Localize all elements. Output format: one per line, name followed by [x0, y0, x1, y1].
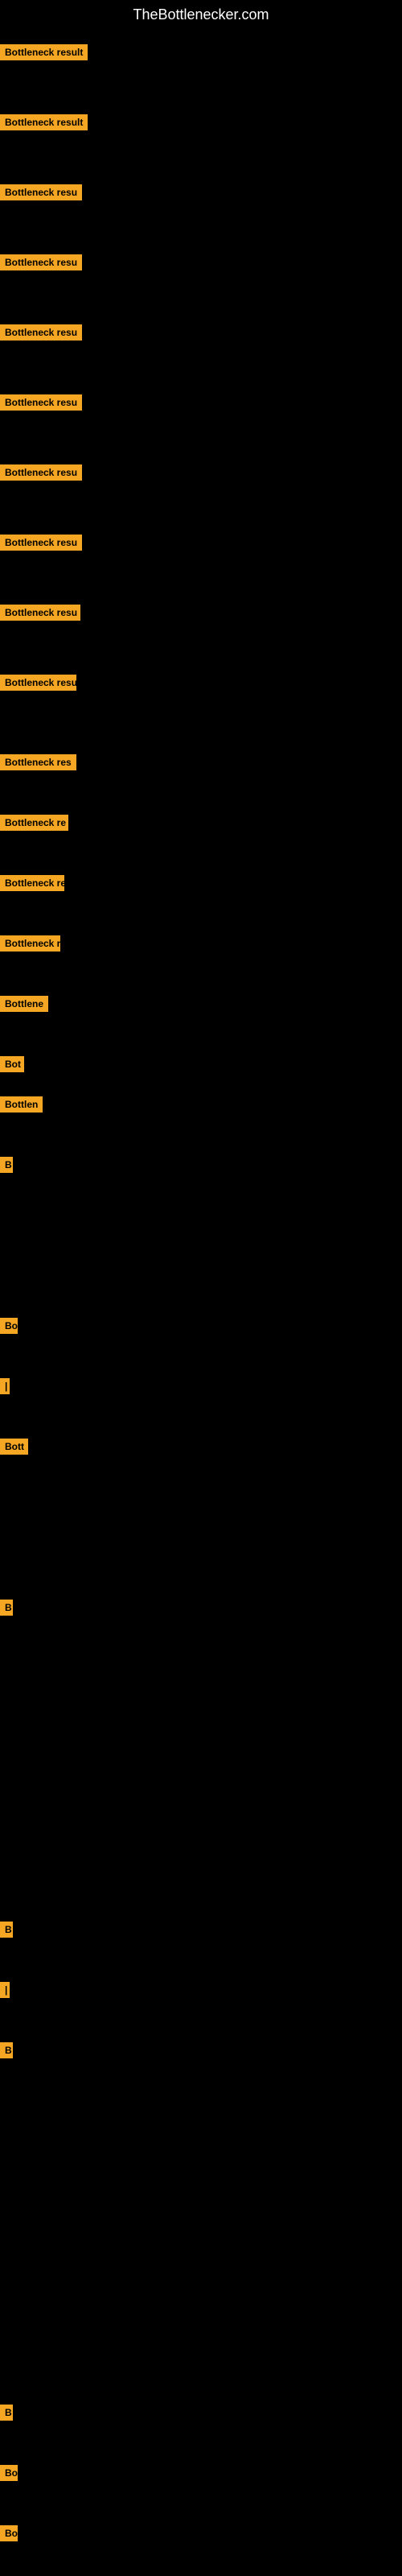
bottleneck-badge-9[interactable]: Bottleneck resu	[0, 605, 80, 625]
badge-text-1: Bottleneck result	[0, 44, 88, 60]
badge-text-7: Bottleneck resu	[0, 464, 82, 481]
bottleneck-badge-25[interactable]: B	[0, 2042, 13, 2062]
badge-text-10: Bottleneck resu	[0, 675, 76, 691]
badge-text-14: Bottleneck re	[0, 935, 60, 952]
badge-text-18: B	[0, 1157, 13, 1173]
bottleneck-badge-21[interactable]: Bott	[0, 1439, 28, 1459]
bottleneck-badge-22[interactable]: B	[0, 1600, 13, 1620]
bottleneck-badge-24[interactable]: |	[0, 1982, 6, 2002]
bottleneck-badge-20[interactable]: |	[0, 1378, 6, 1398]
bottleneck-badge-6[interactable]: Bottleneck resu	[0, 394, 82, 415]
bottleneck-badge-7[interactable]: Bottleneck resu	[0, 464, 82, 485]
bottleneck-badge-2[interactable]: Bottleneck result	[0, 114, 88, 134]
badge-text-4: Bottleneck resu	[0, 254, 82, 270]
bottleneck-badge-26[interactable]: B	[0, 2405, 13, 2425]
badge-text-15: Bottlene	[0, 996, 48, 1012]
bottleneck-badge-16[interactable]: Bot	[0, 1056, 24, 1076]
badge-text-27: Bo	[0, 2465, 18, 2481]
bottleneck-badge-23[interactable]: B	[0, 1922, 13, 1942]
bottleneck-badge-12[interactable]: Bottleneck re	[0, 815, 68, 835]
bottleneck-badge-18[interactable]: B	[0, 1157, 13, 1177]
bottleneck-badge-1[interactable]: Bottleneck result	[0, 44, 88, 64]
bottleneck-badge-8[interactable]: Bottleneck resu	[0, 535, 82, 555]
badge-text-19: Bo	[0, 1318, 18, 1334]
bottleneck-badge-28[interactable]: Bo	[0, 2525, 18, 2545]
badge-text-16: Bot	[0, 1056, 24, 1072]
bottleneck-badge-3[interactable]: Bottleneck resu	[0, 184, 82, 204]
badge-text-25: B	[0, 2042, 13, 2058]
badge-text-6: Bottleneck resu	[0, 394, 82, 411]
bottleneck-badge-19[interactable]: Bo	[0, 1318, 18, 1338]
bottleneck-badge-13[interactable]: Bottleneck re	[0, 875, 64, 895]
badge-text-22: B	[0, 1600, 13, 1616]
badge-text-12: Bottleneck re	[0, 815, 68, 831]
badge-text-21: Bott	[0, 1439, 28, 1455]
badge-text-23: B	[0, 1922, 13, 1938]
bottleneck-badge-4[interactable]: Bottleneck resu	[0, 254, 82, 275]
badge-text-24: |	[0, 1982, 10, 1998]
badge-text-17: Bottlen	[0, 1096, 43, 1113]
badge-text-8: Bottleneck resu	[0, 535, 82, 551]
bottleneck-badge-27[interactable]: Bo	[0, 2465, 18, 2485]
bottleneck-badge-15[interactable]: Bottlene	[0, 996, 48, 1016]
badge-text-28: Bo	[0, 2525, 18, 2541]
bottleneck-badge-10[interactable]: Bottleneck resu	[0, 675, 76, 695]
badge-text-3: Bottleneck resu	[0, 184, 82, 200]
badge-text-26: B	[0, 2405, 13, 2421]
badge-text-5: Bottleneck resu	[0, 324, 82, 341]
badge-text-9: Bottleneck resu	[0, 605, 80, 621]
badge-text-11: Bottleneck res	[0, 754, 76, 770]
badge-text-20: |	[0, 1378, 10, 1394]
bottleneck-badge-14[interactable]: Bottleneck re	[0, 935, 60, 956]
badge-text-13: Bottleneck re	[0, 875, 64, 891]
site-title: TheBottlenecker.com	[0, 0, 402, 30]
bottleneck-badge-5[interactable]: Bottleneck resu	[0, 324, 82, 345]
bottleneck-badge-17[interactable]: Bottlen	[0, 1096, 43, 1117]
bottleneck-badge-11[interactable]: Bottleneck res	[0, 754, 76, 774]
badge-text-2: Bottleneck result	[0, 114, 88, 130]
